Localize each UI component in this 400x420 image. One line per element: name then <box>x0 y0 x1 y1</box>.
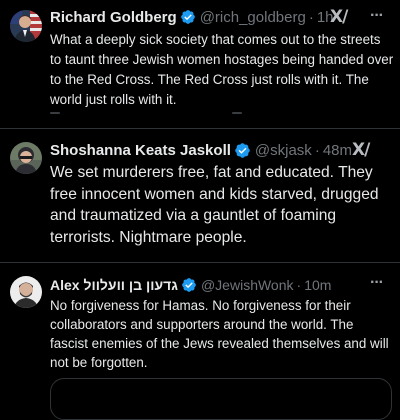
author-name[interactable]: Shoshanna Keats Jaskoll <box>50 142 231 159</box>
tweet-divider <box>0 128 400 129</box>
separator-dot: · <box>296 277 302 293</box>
author-handle[interactable]: @skjask <box>255 142 312 159</box>
author-name[interactable]: Alex גדעון בן וועלוול <box>50 277 178 293</box>
tweet[interactable]: Richard Goldberg @rich_goldberg · 1h X/ … <box>0 0 400 120</box>
tweet-header: Alex גדעון בן וועלוול @JewishWonk · 10m <box>50 275 392 295</box>
author-handle[interactable]: @JewishWonk <box>201 277 294 293</box>
tweet-text: We set murderers free, fat and educated.… <box>50 164 379 246</box>
verified-badge-icon <box>234 142 251 159</box>
tweet-text: What a deeply sick society that comes ou… <box>50 32 394 107</box>
tweet[interactable]: Shoshanna Keats Jaskoll @skjask · 48m X/… <box>0 130 400 260</box>
author-handle[interactable]: @rich_goldberg <box>200 9 306 26</box>
tweet-divider <box>0 262 400 263</box>
timestamp[interactable]: 48m <box>323 142 352 159</box>
avatar[interactable] <box>10 276 42 308</box>
tweet-text: No forgiveness for Hamas. No forgiveness… <box>50 298 389 370</box>
timeline-feed: Richard Goldberg @rich_goldberg · 1h X/ … <box>0 0 400 420</box>
action-bar <box>232 112 242 114</box>
separator-dot: · <box>314 141 320 159</box>
grok-icon[interactable]: X/ <box>330 7 348 27</box>
more-options-icon[interactable]: ··· <box>370 274 384 292</box>
author-name[interactable]: Richard Goldberg <box>50 9 177 26</box>
timestamp[interactable]: 10m <box>304 277 331 293</box>
avatar[interactable] <box>10 142 42 174</box>
verified-badge-icon <box>181 277 197 293</box>
avatar[interactable] <box>10 10 42 42</box>
embedded-media-card[interactable] <box>50 378 392 420</box>
more-options-icon[interactable]: ··· <box>370 7 384 25</box>
tweet-header: Shoshanna Keats Jaskoll @skjask · 48m <box>50 140 392 160</box>
verified-badge-icon <box>180 9 196 25</box>
action-bar <box>50 112 60 114</box>
separator-dot: · <box>308 8 314 26</box>
grok-icon[interactable]: X/ <box>352 140 370 160</box>
